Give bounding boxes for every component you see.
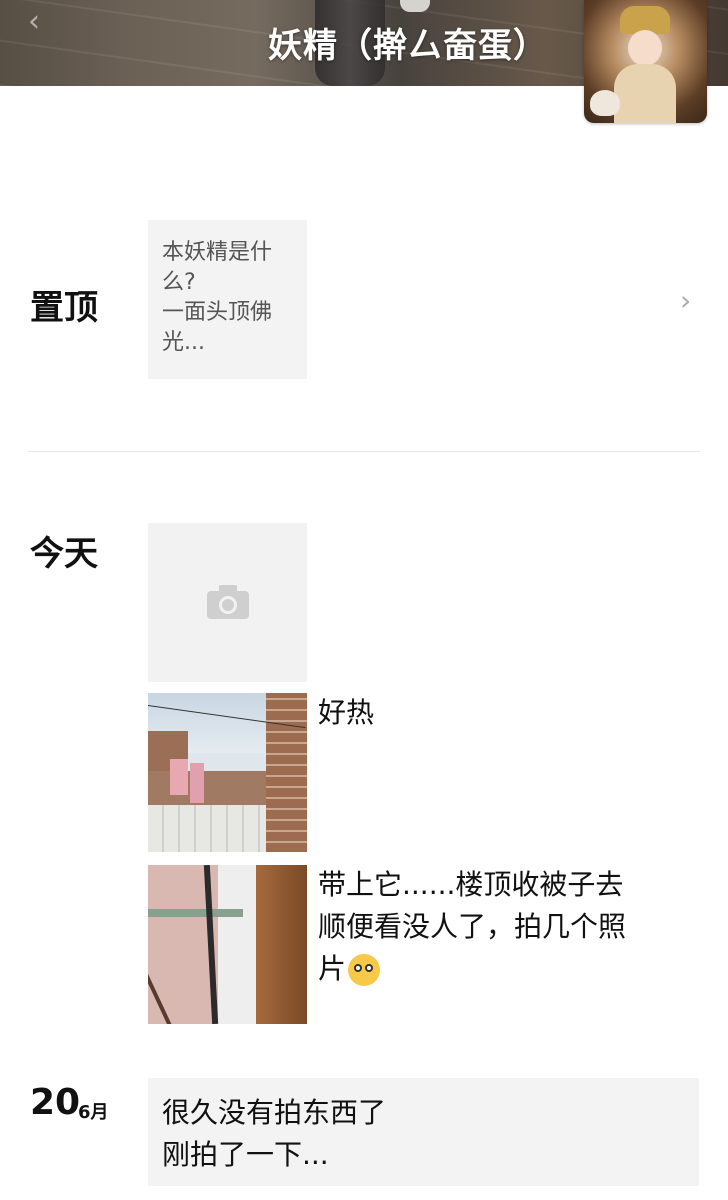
pinned-line: 么? [162, 270, 196, 295]
photo-towel [170, 759, 188, 795]
date-day: 20 [30, 1082, 81, 1123]
date-month: 6月 [78, 1102, 109, 1123]
avatar-robe [614, 64, 676, 123]
pinned-line: 一面头顶佛 [162, 300, 273, 325]
post-text[interactable]: 好热 [318, 692, 374, 734]
photo-pillar [266, 693, 307, 852]
photo-shelf [148, 909, 243, 917]
post-photo-rooftop[interactable] [148, 693, 307, 852]
pinned-line: 光... [162, 330, 205, 355]
divider [28, 451, 700, 452]
dizzy-face-emoji-icon [348, 954, 381, 986]
avatar-cat [590, 90, 620, 116]
photo-wall [218, 865, 258, 1024]
profile-title: 妖精（擀厶奤蛋） [268, 26, 548, 66]
pinned-post[interactable]: 本妖精是什 么? 一面头顶佛 光... [148, 220, 307, 379]
cover-shoe [400, 0, 430, 12]
pinned-label: 置顶 [30, 288, 98, 328]
chevron-left-icon[interactable]: ‹ [28, 6, 50, 38]
photo-wall [148, 771, 278, 809]
post-text[interactable]: 带上它......楼顶收被子去 顺便看没人了，拍几个照 片 [318, 864, 626, 990]
text-post[interactable]: 很久没有拍东西了 刚拍了一下... [148, 1078, 699, 1186]
post-photo-indoor[interactable] [148, 865, 307, 1024]
new-photo-button[interactable] [148, 523, 307, 682]
avatar-face [628, 30, 662, 66]
text-post-line: 很久没有拍东西了 [162, 1096, 387, 1129]
photo-door [256, 865, 307, 1024]
post-text-line: 片 [318, 948, 626, 990]
chevron-right-icon[interactable]: › [680, 286, 698, 316]
post-text-line-end: 片 [318, 952, 347, 985]
camera-icon [207, 585, 249, 619]
profile-avatar[interactable] [584, 0, 707, 123]
pinned-line: 本妖精是什 [162, 240, 273, 265]
photo-towel [190, 763, 204, 803]
today-label: 今天 [30, 534, 98, 574]
post-text-line: 顺便看没人了，拍几个照 [318, 910, 627, 943]
photo-floor [148, 805, 278, 852]
post-text-line: 带上它......楼顶收被子去 [318, 868, 624, 901]
text-post-line: 刚拍了一下... [162, 1138, 329, 1171]
